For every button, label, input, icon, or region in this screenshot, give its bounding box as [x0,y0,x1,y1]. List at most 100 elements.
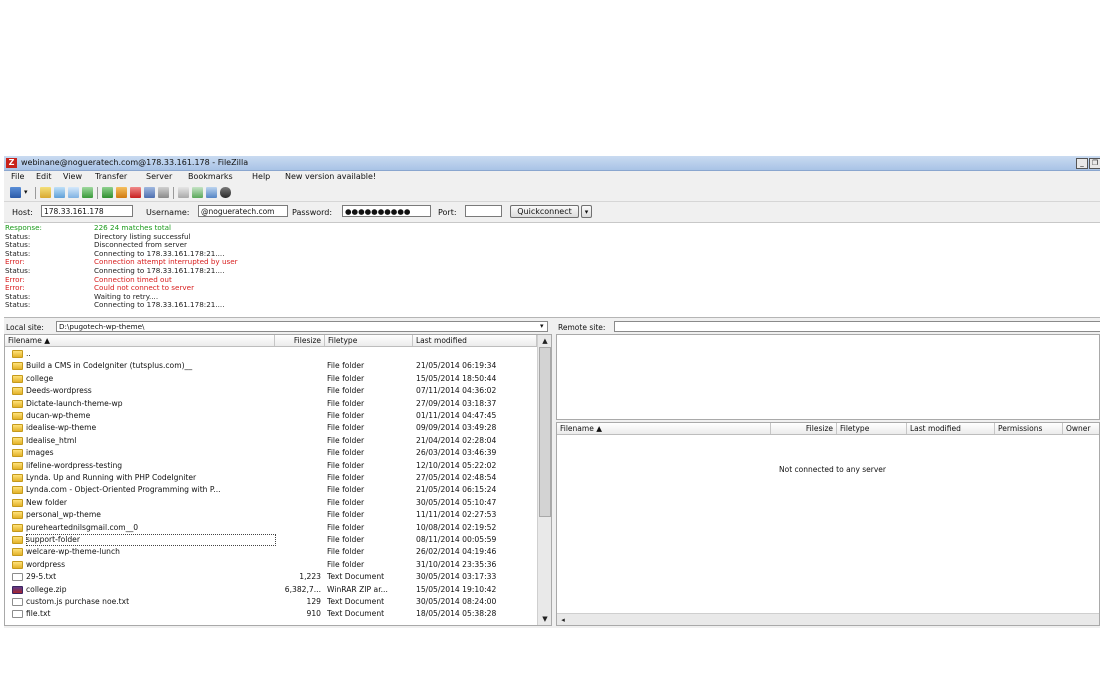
file-row[interactable]: ducan-wp-theme File folder 01/11/2014 04:4… [5,410,533,422]
file-row[interactable]: wordpress File folder 31/10/2014 23:35:36 [5,559,533,571]
remote-site-path-input[interactable] [614,321,1100,332]
local-col-filename[interactable]: Filename ▲ [5,335,275,346]
file-type: Text Document [327,597,385,606]
remote-directory-tree[interactable] [556,334,1100,420]
menu-edit[interactable]: Edit [36,172,52,181]
file-row[interactable]: idealise-wp-theme File folder 09/09/2014 0… [5,422,533,434]
cancel-operation-icon[interactable] [130,187,141,198]
local-path-dropdown-icon[interactable]: ▾ [540,322,544,330]
file-size: 6,382,7... [284,584,321,594]
username-label: Username: [146,208,190,217]
local-site-path-input[interactable]: D:\pugotech-wp-theme\ [56,321,548,332]
file-row[interactable]: Deeds-wordpress File folder 07/11/2014 04:… [5,385,533,397]
file-row[interactable]: lifeline-wordpress-testing File folder 12/… [5,460,533,472]
file-row[interactable]: images File folder 26/03/2014 03:46:39 [5,447,533,459]
remote-col-filename[interactable]: Filename ▲ [557,423,771,434]
file-type: File folder [327,522,365,532]
disconnect-icon[interactable] [144,187,155,198]
menu-help[interactable]: Help [252,172,270,181]
file-size: 910 [306,609,322,619]
remote-col-owner[interactable]: Owner [1063,423,1099,434]
quickconnect-dropdown-button[interactable]: ▾ [581,205,592,218]
password-label: Password: [292,208,333,217]
file-row[interactable]: file.txt 910 Text Document 18/05/2014 05:38… [5,608,533,620]
directory-listing-filters-icon[interactable] [178,187,189,198]
file-name: welcare-wp-theme-lunch [26,547,120,557]
log-entry: Response: 226 24 matches total [4,224,704,232]
restore-button[interactable]: ❐ [1089,158,1100,169]
synchronized-browsing-icon[interactable] [206,187,217,198]
toggle-remote-tree-icon[interactable] [68,187,79,198]
file-last-modified: 27/05/2014 02:48:54 [416,473,497,482]
file-name: Lynda. Up and Running with PHP CodeIgnit… [26,473,197,482]
file-row[interactable]: college.zip 6,382,7... WinRAR ZIP ar... 15/… [5,584,533,596]
file-row[interactable]: Lynda.com - Object-Oriented Programming … [5,484,533,496]
quickconnect-button[interactable]: Quickconnect [510,205,579,218]
local-scroll-thumb[interactable] [539,347,551,517]
log-entry-type: Status: [5,300,31,310]
port-input[interactable] [465,205,502,217]
menu-transfer[interactable]: Transfer [95,172,127,181]
menu-new-version[interactable]: New version available! [285,172,376,181]
toggle-local-tree-icon[interactable] [54,187,65,198]
remote-col-permissions[interactable]: Permissions [995,423,1063,434]
file-row[interactable]: Lynda. Up and Running with PHP CodeIgnit… [5,472,533,484]
log-entry-type: Response: [5,223,42,232]
refresh-icon[interactable] [102,187,113,198]
menu-file[interactable]: File [11,172,24,181]
site-manager-icon[interactable] [10,187,21,198]
local-col-filetype[interactable]: Filetype [325,335,413,346]
folder-icon [12,474,23,482]
file-last-modified: 12/10/2014 05:22:02 [416,460,497,470]
filezilla-window: Z webinane@nogueratech.com@178.33.161.17… [4,156,1100,628]
file-name: .. [26,349,31,358]
file-row[interactable]: Build a CMS in CodeIgniter (tutsplus.com… [5,360,533,372]
reconnect-icon[interactable] [158,187,169,198]
message-log[interactable]: Response: 226 24 matches total Status: Dire… [4,223,1100,318]
file-type: File folder [327,497,365,507]
folder-icon [12,511,23,520]
quickconnect-bar: Host: 178.33.161.178 Username: @noguerat… [4,202,1100,223]
remote-list-header: Filename ▲ Filesize Filetype Last modifi… [557,423,1099,435]
remote-col-filetype[interactable]: Filetype [837,423,907,434]
menu-server[interactable]: Server [146,172,172,181]
not-connected-message: Not connected to any server [779,465,887,474]
file-row[interactable]: personal_wp-theme File folder 11/11/2014 0… [5,509,533,521]
file-row[interactable]: Idealise_html File folder 21/04/2014 02:28… [5,435,533,447]
process-queue-icon[interactable] [116,187,127,198]
menu-bookmarks[interactable]: Bookmarks [188,172,233,181]
file-row[interactable]: pureheartednilsgmail.com__0 File folder 10… [5,522,533,534]
menu-view[interactable]: View [63,172,82,181]
scroll-left-icon[interactable]: ◂ [559,616,567,624]
local-col-filesize[interactable]: Filesize [275,335,325,346]
toggle-log-icon[interactable] [40,187,51,198]
remote-horizontal-scrollbar[interactable]: ◂ [557,613,1099,625]
username-input[interactable]: @nogueratech.com [198,205,288,217]
directory-comparison-icon[interactable] [192,187,203,198]
file-row[interactable]: welcare-wp-theme-lunch File folder 26/02/2… [5,546,533,558]
file-name: support-folder [26,534,276,546]
file-row[interactable]: 29-5.txt 1,223 Text Document 30/05/2014 03:… [5,571,533,583]
local-vertical-scrollbar[interactable]: ▲ ▼ [537,335,551,625]
file-row[interactable]: Dictate-launch-theme-wp File folder 27/09/… [5,398,533,410]
scroll-up-icon[interactable]: ▲ [540,337,550,345]
log-entry-message: Connecting to 178.33.161.178:21.... [94,300,225,310]
minimize-button[interactable]: _ [1076,158,1088,169]
search-remote-files-icon[interactable] [220,187,231,198]
host-input[interactable]: 178.33.161.178 [41,205,133,217]
remote-col-last-modified[interactable]: Last modified [907,423,995,434]
file-row[interactable]: New folder File folder 30/05/2014 05:10:47 [5,497,533,509]
file-last-modified: 15/05/2014 19:10:42 [416,584,497,594]
scroll-down-icon[interactable]: ▼ [540,615,550,623]
file-row[interactable]: .. [5,348,533,360]
dropdown-arrow-icon[interactable]: ▾ [24,187,31,198]
password-input[interactable]: ●●●●●●●●●● [342,205,431,217]
file-row[interactable]: custom.js purchase noe.txt 129 Text Docume… [5,596,533,608]
toggle-queue-icon[interactable] [82,187,93,198]
remote-col-filesize[interactable]: Filesize [771,423,837,434]
file-row[interactable]: college File folder 15/05/2014 18:50:44 [5,373,533,385]
file-name: wordpress [26,559,66,569]
local-col-last-modified[interactable]: Last modified [413,335,537,346]
file-row[interactable]: support-folder File folder 08/11/2014 00:0… [5,534,533,546]
text-file-icon [12,598,23,606]
